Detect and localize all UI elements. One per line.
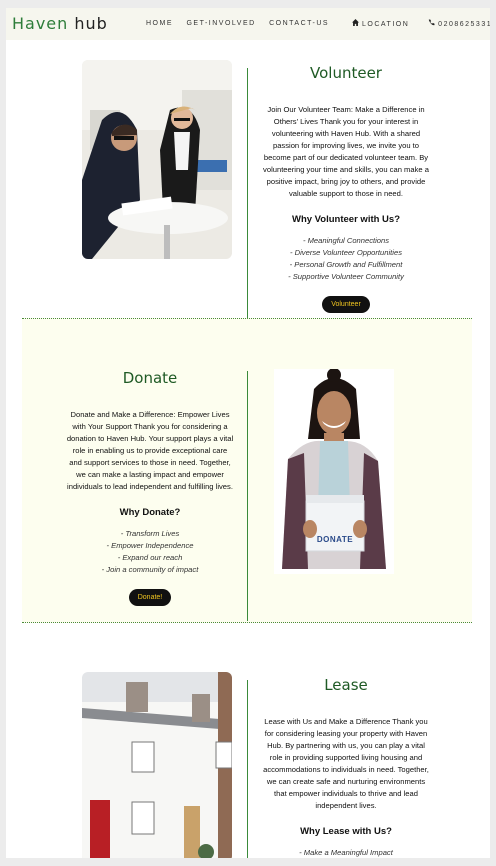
donate-section: Donate Donate and Make a Difference: Emp…: [22, 318, 472, 623]
volunteer-divider: [247, 68, 248, 318]
lease-section: Lease Lease with Us and Make a Differenc…: [6, 622, 490, 858]
page: Haven hub HOME GET-INVOLVED CONTACT-US L…: [6, 8, 490, 858]
donate-title: Donate: [122, 369, 178, 387]
nav-contact: LOCATION 02086253315: [352, 19, 490, 28]
donate-description: Donate and Make a Difference: Empower Li…: [66, 410, 234, 491]
list-item: - Make a Meaningful Impact: [299, 848, 393, 857]
list-item: - Expand our reach: [117, 553, 183, 562]
navbar: Haven hub HOME GET-INVOLVED CONTACT-US L…: [6, 8, 490, 40]
volunteer-title: Volunteer: [310, 64, 382, 82]
donate-box-label: DONATE: [316, 535, 354, 544]
lease-divider: [247, 680, 248, 858]
phone-number: 02086253315: [438, 21, 490, 28]
site-logo[interactable]: Haven hub: [12, 14, 108, 33]
phone-icon: [428, 19, 435, 28]
donate-content: Donate Donate and Make a Difference: Emp…: [66, 369, 234, 606]
lease-subtitle: Why Lease with Us?: [300, 826, 392, 837]
nav-link-home[interactable]: HOME: [146, 20, 173, 27]
nav-link-contact-us[interactable]: CONTACT-US: [269, 20, 329, 27]
volunteer-subtitle: Why Volunteer with Us?: [291, 214, 401, 225]
list-item: - Supportive Volunteer Community: [288, 272, 404, 281]
volunteer-benefits-list: - Meaningful Connections - Diverse Volun…: [260, 235, 432, 283]
list-item: - Meaningful Connections: [302, 236, 390, 245]
volunteer-content: Volunteer Join Our Volunteer Team: Make …: [260, 64, 432, 313]
lease-content: Lease Lease with Us and Make a Differenc…: [260, 676, 432, 858]
volunteer-button[interactable]: Volunteer: [322, 296, 370, 313]
donate-button[interactable]: Donate!: [128, 589, 172, 606]
list-item: - Transform Lives: [120, 529, 180, 538]
lease-image: [82, 672, 232, 858]
lease-benefits-list: - Make a Meaningful Impact: [260, 847, 432, 858]
lease-description: Lease with Us and Make a Difference Than…: [263, 717, 429, 810]
donate-image: DONATE: [274, 369, 394, 574]
volunteer-description: Join Our Volunteer Team: Make a Differen…: [263, 105, 429, 198]
nav-link-get-involved[interactable]: GET-INVOLVED: [186, 20, 255, 27]
list-item: - Join a community of impact: [101, 565, 199, 574]
logo-haven: Haven: [12, 14, 69, 33]
list-item: - Empower Independence: [106, 541, 194, 550]
donate-benefits-list: - Transform Lives - Empower Independence…: [66, 528, 234, 576]
donate-subtitle: Why Donate?: [119, 507, 181, 518]
location-label: LOCATION: [362, 21, 410, 28]
donate-divider: [247, 371, 248, 621]
list-item: - Diverse Volunteer Opportunities: [290, 248, 402, 257]
nav-links: HOME GET-INVOLVED CONTACT-US: [146, 20, 339, 27]
list-item: - Personal Growth and Fulfillment: [289, 260, 403, 269]
phone-link[interactable]: 02086253315: [428, 19, 490, 28]
home-icon: [352, 19, 359, 28]
location-link[interactable]: LOCATION: [352, 19, 410, 28]
volunteer-image: [82, 60, 232, 259]
logo-hub: hub: [74, 14, 108, 33]
volunteer-section: Volunteer Join Our Volunteer Team: Make …: [6, 40, 490, 318]
lease-title: Lease: [324, 676, 368, 694]
